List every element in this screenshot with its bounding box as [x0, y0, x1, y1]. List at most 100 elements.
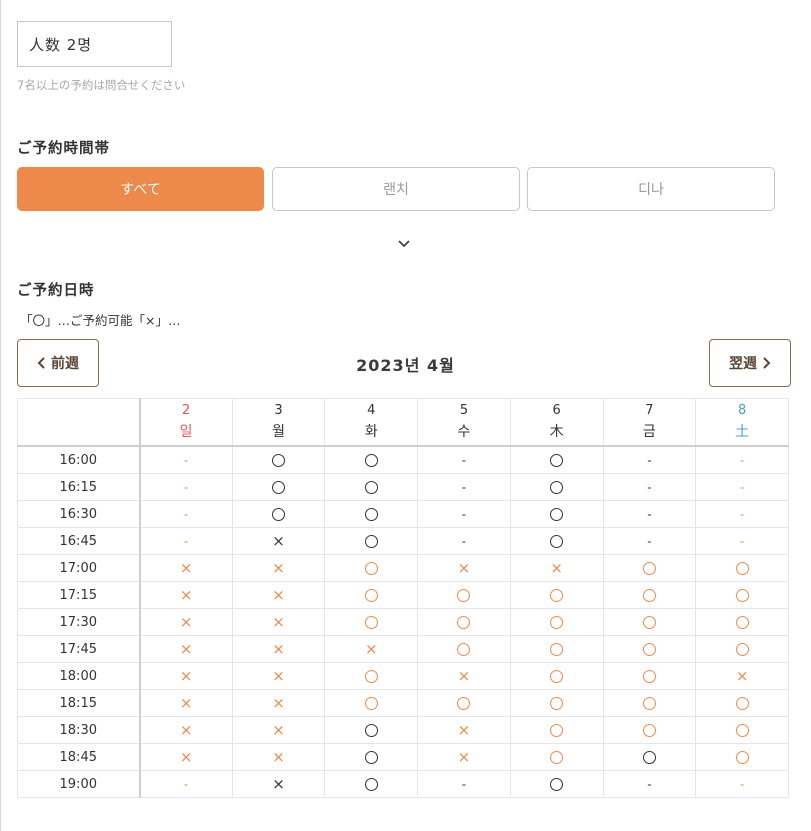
dash-icon: - — [183, 480, 189, 494]
circle-icon — [735, 723, 749, 737]
slot-available[interactable] — [324, 662, 419, 690]
slot-available[interactable] — [695, 554, 789, 582]
slot-available[interactable] — [509, 716, 604, 744]
chevron-down-icon[interactable] — [396, 236, 412, 252]
day-date: 3 — [274, 403, 283, 418]
slot-available[interactable] — [602, 689, 697, 717]
slot-available[interactable] — [417, 689, 511, 717]
dash-icon: - — [461, 507, 467, 521]
slot-available[interactable] — [602, 662, 697, 690]
slot-available[interactable] — [509, 743, 604, 771]
time-label: 17:15 — [17, 581, 141, 609]
slot-available[interactable] — [509, 445, 604, 474]
time-row: 19:00 - × - - - — [17, 770, 789, 798]
slot-available[interactable] — [231, 473, 326, 501]
slot-available[interactable] — [324, 500, 419, 528]
slot-available[interactable] — [602, 635, 697, 663]
circle-icon — [642, 588, 656, 602]
slot-available[interactable] — [324, 445, 419, 474]
time-label: 18:00 — [17, 662, 141, 690]
time-row: 16:45 - × - - - — [17, 527, 789, 555]
time-label: 19:00 — [17, 770, 141, 798]
slot-available[interactable] — [231, 500, 326, 528]
time-row: 16:15 - - - - — [17, 473, 789, 501]
party-size-note: 7名以上の予約は問合せください — [17, 78, 186, 92]
day-weekday: 수 — [457, 424, 471, 440]
slot-available[interactable] — [602, 743, 697, 771]
slot-available[interactable] — [324, 527, 419, 555]
slot-available[interactable] — [509, 473, 604, 501]
availability-legend: 「〇」…ご予約可能「×」… — [20, 313, 181, 328]
slot-available[interactable] — [509, 527, 604, 555]
slot-available[interactable] — [695, 743, 789, 771]
slot-available[interactable] — [509, 608, 604, 636]
party-size-input[interactable]: 人数 2명 — [17, 21, 172, 67]
day-header: 5수 — [417, 398, 511, 447]
day-weekday: 금 — [642, 424, 656, 440]
slot-available[interactable] — [602, 716, 697, 744]
slot-available[interactable] — [695, 716, 789, 744]
circle-icon — [457, 588, 471, 602]
slot-full: × — [139, 635, 233, 663]
next-week-button[interactable]: 翌週 — [709, 339, 791, 387]
slot-available[interactable] — [695, 689, 789, 717]
slot-unavailable: - — [139, 500, 233, 528]
time-row: 18:00 × × × × — [17, 662, 789, 690]
slot-available[interactable] — [602, 554, 697, 582]
slot-available[interactable] — [324, 608, 419, 636]
slot-unavailable: - — [695, 473, 789, 501]
circle-icon — [364, 777, 378, 791]
circle-icon — [550, 669, 564, 683]
slot-available[interactable] — [417, 635, 511, 663]
circle-icon — [550, 723, 564, 737]
slot-available[interactable] — [324, 689, 419, 717]
time-row: 17:15 × × — [17, 581, 789, 609]
slot-available[interactable] — [509, 500, 604, 528]
slot-available[interactable] — [324, 770, 419, 798]
slot-available[interactable] — [509, 689, 604, 717]
slot-available[interactable] — [324, 473, 419, 501]
cross-icon: × — [457, 558, 471, 577]
day-header: 8土 — [695, 398, 789, 447]
slot-available[interactable] — [417, 581, 511, 609]
day-header: 7금 — [602, 398, 697, 447]
dash-icon: - — [461, 534, 467, 548]
slot-available[interactable] — [324, 743, 419, 771]
dash-icon: - — [183, 777, 189, 791]
cross-icon: × — [179, 639, 193, 658]
slot-available[interactable] — [695, 635, 789, 663]
circle-icon — [642, 750, 656, 764]
slot-available[interactable] — [602, 608, 697, 636]
circle-icon — [272, 480, 286, 494]
slot-available[interactable] — [324, 581, 419, 609]
tab-lunch[interactable]: 랜치 — [272, 167, 520, 211]
circle-icon — [550, 453, 564, 467]
tab-dinner[interactable]: 디나 — [527, 167, 775, 211]
slot-full: × — [417, 554, 511, 582]
day-header: 2일 — [139, 398, 233, 447]
slot-available[interactable] — [509, 770, 604, 798]
slot-available[interactable] — [602, 581, 697, 609]
cross-icon: × — [272, 558, 285, 577]
slot-available[interactable] — [509, 662, 604, 690]
slot-available[interactable] — [417, 608, 511, 636]
slot-full: × — [139, 608, 233, 636]
cross-icon: × — [179, 585, 193, 604]
slot-available[interactable] — [695, 581, 789, 609]
slot-available[interactable] — [231, 445, 326, 474]
tab-all[interactable]: すべて — [17, 167, 264, 211]
slot-available[interactable] — [509, 581, 604, 609]
slot-unavailable: - — [417, 500, 511, 528]
slot-unavailable: - — [417, 445, 511, 474]
slot-available[interactable] — [509, 635, 604, 663]
slot-available[interactable] — [324, 554, 419, 582]
slot-available[interactable] — [324, 716, 419, 744]
dash-icon: - — [647, 453, 652, 467]
day-header: 6木 — [509, 398, 604, 447]
circle-icon — [642, 696, 656, 710]
slot-available[interactable] — [695, 608, 789, 636]
day-weekday: 월 — [272, 424, 285, 440]
circle-icon — [550, 642, 564, 656]
slot-unavailable: - — [695, 770, 789, 798]
time-row: 18:45 × × × — [17, 743, 789, 771]
